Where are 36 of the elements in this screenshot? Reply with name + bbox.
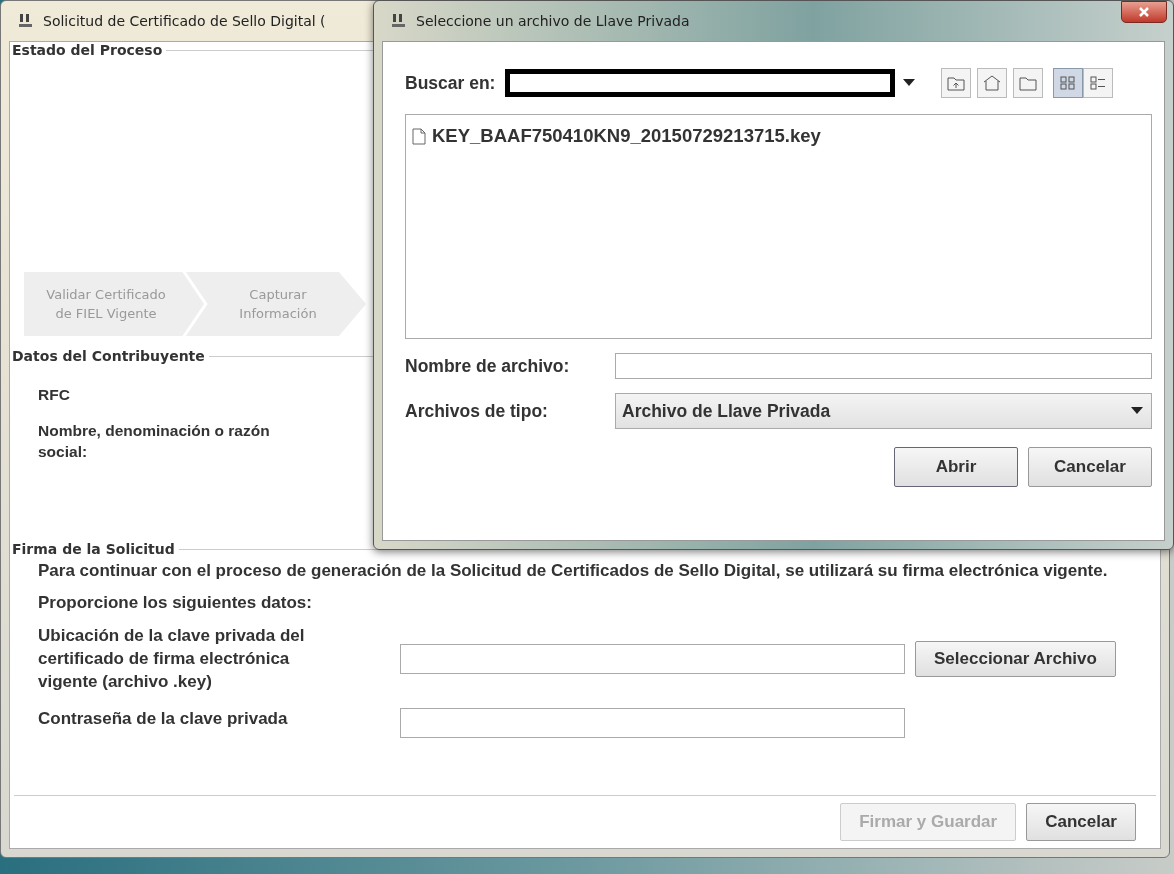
list-view-icon[interactable]	[1053, 68, 1084, 98]
home-icon[interactable]	[977, 68, 1008, 98]
file-name-label: Nombre de archivo:	[405, 355, 571, 377]
close-button[interactable]	[1121, 1, 1167, 23]
section-title: Datos del Contribuyente	[12, 348, 206, 364]
details-view-icon[interactable]	[1083, 68, 1114, 98]
field-label: Ubicación de la clave privada del certificado de firma electrónica vigente (archivo .key)	[38, 625, 306, 693]
caret-icon	[903, 79, 916, 87]
password-field[interactable]	[400, 707, 905, 738]
app-icon	[17, 12, 35, 30]
select-file-button[interactable]: Seleccionar Archivo	[915, 641, 1116, 678]
dialog-title: Seleccione un archivo de Llave Privada	[416, 13, 690, 29]
cancel-button[interactable]: Cancelar	[1028, 447, 1152, 487]
file-name-field[interactable]	[615, 353, 1152, 379]
field-label: RFC	[38, 385, 71, 405]
file-type-dropdown[interactable]: Archivo de Llave Privada	[615, 393, 1152, 429]
field-label: Contraseña de la clave privada	[38, 707, 289, 730]
section-title: Firma de la Solicitud	[12, 541, 176, 557]
instruction-text: Proporcione los siguientes datos:	[38, 593, 313, 613]
file-icon	[412, 127, 426, 145]
caret-icon	[1131, 407, 1143, 415]
file-type-label: Archivos de tipo:	[405, 400, 549, 422]
process-step: Capturar Información	[186, 272, 366, 336]
cancel-button[interactable]: Cancelar	[1026, 803, 1136, 841]
instruction-text: Para continuar con el proceso de generación de la Solicitud de Certificados de Sello Digital, se utilizará su firma electrónica vigente.	[38, 561, 1109, 581]
window-title: Solicitud de Certificado de Sello Digital (	[43, 13, 326, 29]
new-folder-icon[interactable]	[1013, 68, 1044, 98]
section-title: Estado del Proceso	[12, 42, 164, 58]
open-button[interactable]: Abrir	[894, 447, 1018, 487]
close-icon	[1138, 6, 1150, 18]
app-icon	[390, 12, 408, 30]
key-file-field[interactable]	[400, 644, 905, 675]
process-step: Validar Certificado de FIEL Vigente	[24, 272, 204, 336]
look-in-label: Buscar en:	[405, 72, 496, 94]
field-label: Nombre, denominación o razón social:	[38, 420, 271, 463]
up-folder-icon[interactable]	[941, 68, 972, 98]
